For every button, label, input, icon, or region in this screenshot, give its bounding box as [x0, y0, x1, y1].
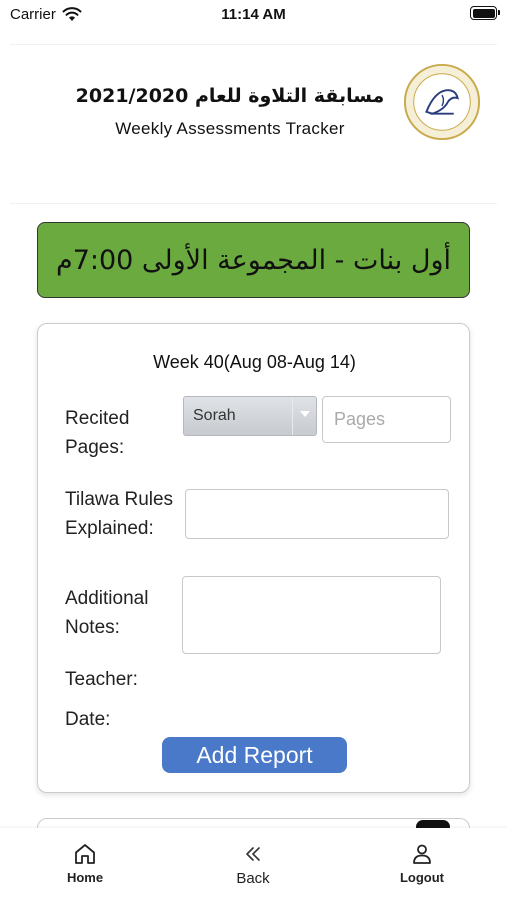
battery-icon: [470, 6, 500, 20]
group-banner: أول بنات - المجموعة الأولى 7:00م: [37, 222, 470, 298]
date-label: Date:: [65, 709, 111, 730]
pages-placeholder: Pages: [334, 409, 386, 429]
add-report-button[interactable]: Add Report: [162, 737, 347, 773]
pages-input[interactable]: Pages: [322, 396, 451, 443]
double-chevron-left-icon: [246, 847, 260, 861]
assessment-card: Week 40(Aug 08-Aug 14) Recited Pages: So…: [37, 323, 470, 793]
group-label: أول بنات - المجموعة الأولى 7:00م: [55, 244, 452, 276]
clock: 11:14 AM: [221, 6, 286, 23]
tab-logout-label: Logout: [399, 870, 445, 885]
chevron-down-icon: [292, 397, 316, 435]
tab-bar: Home Back Logout: [0, 828, 507, 900]
week-label: Week 40(Aug 08-Aug 14): [153, 352, 356, 372]
tab-back[interactable]: Back: [203, 842, 303, 887]
tab-home[interactable]: Home: [35, 842, 135, 885]
teacher-label: Teacher:: [65, 669, 138, 690]
tab-home-label: Home: [66, 870, 104, 885]
additional-notes-label: Additional Notes:: [65, 588, 149, 638]
additional-notes-input[interactable]: [182, 576, 441, 654]
status-bar: Carrier 11:14 AM: [0, 0, 507, 30]
tab-logout[interactable]: Logout: [372, 842, 472, 885]
recited-pages-label: Recited Pages:: [65, 408, 130, 458]
competition-title: مسابقة التلاوة للعام 2021/2020: [75, 85, 385, 107]
user-icon: [413, 844, 431, 864]
tab-back-label: Back: [236, 870, 270, 887]
tilawa-rules-label: Tilawa Rules Explained:: [65, 489, 174, 539]
home-icon: [75, 844, 95, 864]
tilawa-rules-input[interactable]: [185, 489, 449, 539]
competition-logo: [403, 63, 481, 141]
app-header: مسابقة التلاوة للعام 2021/2020 Weekly As…: [10, 44, 497, 204]
sorah-select[interactable]: Sorah: [183, 396, 317, 436]
page-subtitle: Weekly Assessments Tracker: [115, 119, 345, 138]
sorah-select-value: Sorah: [193, 407, 236, 424]
